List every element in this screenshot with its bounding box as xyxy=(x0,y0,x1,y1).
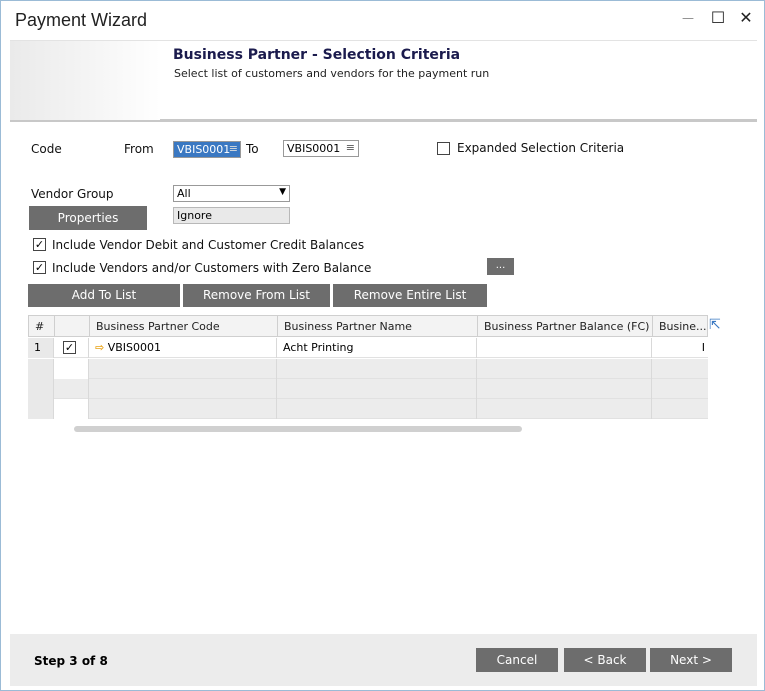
code-label: Code xyxy=(31,142,62,156)
vendor-group-value: All xyxy=(177,187,191,200)
code-from-field[interactable]: VBIS0001 ≡ xyxy=(173,141,241,158)
list-icon[interactable]: ≡ xyxy=(346,141,355,154)
include-debit-label: Include Vendor Debit and Customer Credit… xyxy=(52,238,365,252)
close-icon[interactable]: ✕ xyxy=(735,7,757,29)
title-bar: Payment Wizard — ☐ ✕ xyxy=(1,1,764,39)
properties-button[interactable]: Properties xyxy=(29,206,147,230)
banner-image xyxy=(10,41,160,120)
bp-balance-cell xyxy=(477,359,652,379)
bp-name-cell xyxy=(277,379,477,399)
bp-balance-cell xyxy=(477,338,652,358)
column-header-select[interactable] xyxy=(55,316,90,337)
column-header-number[interactable]: # xyxy=(29,316,55,337)
vendor-group-select[interactable]: All ▼ xyxy=(173,185,290,202)
expanded-criteria-checkbox[interactable] xyxy=(437,142,450,155)
include-zero-checkbox[interactable]: ✓ xyxy=(33,261,46,274)
table-row[interactable]: 1 ✓ ⇨ VBIS0001 Acht Printing I xyxy=(28,338,708,358)
bp-name-cell: Acht Printing xyxy=(277,338,477,358)
wizard-footer: Step 3 of 8 Cancel < Back Next > xyxy=(10,634,757,686)
horizontal-scrollbar[interactable] xyxy=(74,426,522,432)
table-row[interactable] xyxy=(28,399,708,419)
column-header-bp-name[interactable]: Business Partner Name xyxy=(278,316,478,337)
bp-name-cell xyxy=(277,359,477,379)
include-zero-label: Include Vendors and/or Customers with Ze… xyxy=(52,261,372,275)
window-title: Payment Wizard xyxy=(15,10,148,30)
minimize-icon[interactable]: — xyxy=(677,7,699,29)
table-header: # Business Partner Code Business Partner… xyxy=(28,315,708,337)
bp-code-value: VBIS0001 xyxy=(107,341,162,354)
maximize-icon[interactable]: ☐ xyxy=(707,7,729,29)
header-banner: Business Partner - Selection Criteria Se… xyxy=(10,40,757,122)
column-header-bp-balance[interactable]: Business Partner Balance (FC) xyxy=(478,316,653,337)
row-select-cell xyxy=(54,379,89,399)
bp-name-cell xyxy=(277,399,477,419)
bp-code-cell xyxy=(89,399,277,419)
business-partner-table: # Business Partner Code Business Partner… xyxy=(28,315,721,419)
bp-balance-cell xyxy=(477,399,652,419)
next-button[interactable]: Next > xyxy=(650,648,732,672)
properties-field[interactable]: Ignore xyxy=(173,207,290,224)
code-to-value: VBIS0001 xyxy=(287,142,341,155)
bp-code-cell xyxy=(89,359,277,379)
back-button[interactable]: < Back xyxy=(564,648,646,672)
more-options-button[interactable]: ... xyxy=(487,258,514,275)
table-row[interactable] xyxy=(28,379,708,399)
row-number xyxy=(28,379,54,399)
bp-code-cell xyxy=(89,379,277,399)
from-label: From xyxy=(124,142,154,156)
row-checkbox[interactable]: ✓ xyxy=(63,341,76,354)
row-select-cell xyxy=(54,359,89,379)
include-debit-checkbox[interactable]: ✓ xyxy=(33,238,46,251)
to-label: To xyxy=(246,142,259,156)
expanded-criteria-label: Expanded Selection Criteria xyxy=(457,141,625,155)
row-number xyxy=(28,359,54,379)
row-select-cell: ✓ xyxy=(54,338,89,358)
business-cell: I xyxy=(701,341,705,354)
expand-table-icon[interactable]: ⇱ xyxy=(709,318,723,332)
step-indicator: Step 3 of 8 xyxy=(34,654,108,668)
banner-subtitle: Select list of customers and vendors for… xyxy=(174,67,490,80)
code-from-value: VBIS0001 xyxy=(177,143,231,156)
table-row[interactable] xyxy=(28,359,708,379)
row-number: 1 xyxy=(28,338,54,358)
remove-entire-list-button[interactable]: Remove Entire List xyxy=(333,284,487,307)
bp-code-cell: ⇨ VBIS0001 xyxy=(89,338,277,358)
column-header-business[interactable]: Busine... xyxy=(653,316,708,337)
dropdown-arrow-icon[interactable]: ▼ xyxy=(279,186,286,199)
add-to-list-button[interactable]: Add To List xyxy=(28,284,180,307)
code-to-field[interactable]: VBIS0001 ≡ xyxy=(283,140,359,157)
payment-wizard-window: Payment Wizard — ☐ ✕ Business Partner - … xyxy=(0,0,765,691)
column-header-bp-code[interactable]: Business Partner Code xyxy=(90,316,278,337)
banner-title: Business Partner - Selection Criteria xyxy=(173,47,461,63)
cancel-button[interactable]: Cancel xyxy=(476,648,558,672)
link-arrow-icon[interactable]: ⇨ xyxy=(95,341,104,354)
remove-from-list-button[interactable]: Remove From List xyxy=(183,284,330,307)
list-icon[interactable]: ≡ xyxy=(229,142,238,155)
row-select-cell xyxy=(54,399,89,419)
bp-balance-cell xyxy=(477,379,652,399)
row-number xyxy=(28,399,54,419)
vendor-group-label: Vendor Group xyxy=(31,187,114,201)
